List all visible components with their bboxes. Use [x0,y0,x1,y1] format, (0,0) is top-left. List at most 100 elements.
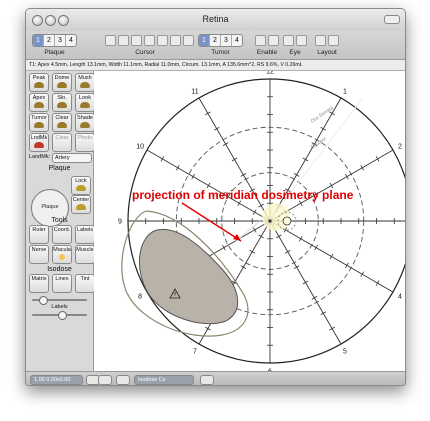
tumor-info-bar: T1: Apex 4.5mm, Length 13.1mm, Width 11.… [26,60,405,71]
coordinates-button[interactable]: Coord. [52,225,72,244]
meridian-tick [345,173,349,180]
retina-map-canvas[interactable]: Ora Serrata Equator 121234567891011 proj… [94,69,405,376]
cursor-group-label: Cursor [135,49,155,56]
enable-group: Enable [254,34,280,56]
plaque-group: 1 2 3 4 Plaque [32,34,77,56]
nerve-button[interactable]: Nerve [29,245,49,264]
clock-label-9: 9 [118,219,122,226]
meridian-tick [276,234,282,239]
matrix-button[interactable]: Matrix [29,274,49,293]
speaker-icon[interactable] [118,35,129,46]
toolbar-toggle-button[interactable] [384,15,400,24]
tint-button[interactable]: Tint [75,274,95,293]
clear-tumor-button[interactable]: Clear [52,113,72,132]
clock-label-7: 7 [193,348,197,355]
zoom-out-icon[interactable] [98,375,112,385]
eye-tool-icon[interactable] [105,35,116,46]
arrows-icon[interactable] [131,35,142,46]
meridian-tick [252,209,257,215]
meridian-tick [231,157,238,162]
tumor-group: 1 2 3 4 Tumor [198,34,243,56]
tumor-shape[interactable] [138,229,239,325]
dome-button[interactable]: Dome [52,73,72,92]
labels-slider-label: Labels [51,304,68,310]
eye-right-icon[interactable] [296,35,307,46]
meridian-tick [302,280,309,285]
tumor-3-button[interactable]: 3 [221,35,232,46]
plaque-group-label: Plaque [44,49,65,56]
clock-label-10: 10 [136,144,144,151]
meridian-tick [191,173,195,180]
labels-slider-knob[interactable] [58,311,68,320]
meridian-tick [222,142,229,146]
tumor-selector[interactable]: 1 2 3 4 [198,34,243,47]
meridian-tick [360,271,365,278]
window-title: Retina [202,14,229,24]
isodose-selector[interactable]: Isodose Cx [134,375,194,385]
look-button[interactable]: Look [75,93,95,112]
plaque-selector[interactable]: 1 2 3 4 [32,34,77,47]
isodose-slider[interactable] [32,296,87,305]
peak-button[interactable]: Peak [29,73,49,92]
plaque-2-button[interactable]: 2 [44,35,55,46]
enable-grid-icon[interactable] [255,35,266,46]
lines-button[interactable]: Lines [52,274,72,293]
landmark-button[interactable]: LndMk [29,133,49,152]
enable-dots-icon[interactable] [268,35,279,46]
meridian-tick [320,311,327,316]
equator-label: Equator [310,136,328,151]
cursor-group: Cursor [104,34,194,56]
retina-map[interactable]: Ora Serrata Equator 121234567891011 proj… [94,69,405,376]
text-tool-2-icon[interactable] [183,35,194,46]
slope-button[interactable]: Slo. [52,93,72,112]
tumor-button[interactable]: Tumor [29,113,49,132]
meridian-tick [175,164,180,171]
meridian-tick [160,156,165,162]
settings-icon[interactable] [200,375,214,385]
meridian-tick [298,235,303,242]
apex-button[interactable]: Apex [29,93,49,112]
meridian-tick [240,265,247,269]
ruler-button[interactable]: Ruler [29,225,49,244]
clock-label-11: 11 [191,89,198,96]
tumor-4-button[interactable]: 4 [232,35,242,46]
clock-label-12: 12 [266,71,274,76]
plaque-1-button[interactable]: 1 [33,35,44,46]
tumor-2-button[interactable]: 2 [210,35,221,46]
starburst-icon[interactable] [157,35,168,46]
meridian-tick [240,173,247,177]
meridian-tick [360,164,365,171]
meridian-tick [205,111,211,116]
meridian-tick [329,253,334,260]
tumor-1-button[interactable]: 1 [199,35,210,46]
labels-slider[interactable] [32,311,87,320]
text-tool-icon[interactable] [170,35,181,46]
clear-landmark-button[interactable]: Clear [52,133,72,152]
plaque-4-button[interactable]: 4 [66,35,76,46]
tumor-group-label: Tumor [211,49,230,56]
meridian-tick [345,262,349,269]
meridian-tick [329,326,335,331]
muscle-button[interactable]: Muscle [75,245,95,264]
shade-button[interactable]: Shade [75,113,95,132]
meridian-tick [205,326,211,331]
macula-button[interactable]: Macula [52,245,72,264]
photo-button[interactable]: Photo [75,133,95,152]
labels-button[interactable]: Labels [75,225,95,244]
layout-split-icon[interactable] [328,35,339,46]
annotation-text: projection of meridian dosimetry plane [132,188,354,202]
dots-icon[interactable] [144,35,155,46]
mushroom-button[interactable]: Mush [75,73,95,92]
center-plaque-button[interactable]: Center [71,195,91,214]
meridian-tick [252,227,257,233]
eye-left-icon[interactable] [283,35,294,46]
landmark-select[interactable]: Artery [52,153,92,163]
meridian-tick [314,244,318,251]
plaque-3-button[interactable]: 3 [55,35,66,46]
print-icon[interactable] [116,375,130,385]
layout-single-icon[interactable] [315,35,326,46]
lock-plaque-button[interactable]: Lock [71,176,91,195]
eye-group-label: Eye [289,49,301,56]
isodose-heading: Isodose [47,266,72,273]
zoom-field[interactable]: 1.00 0.00x0.00 [30,375,83,385]
